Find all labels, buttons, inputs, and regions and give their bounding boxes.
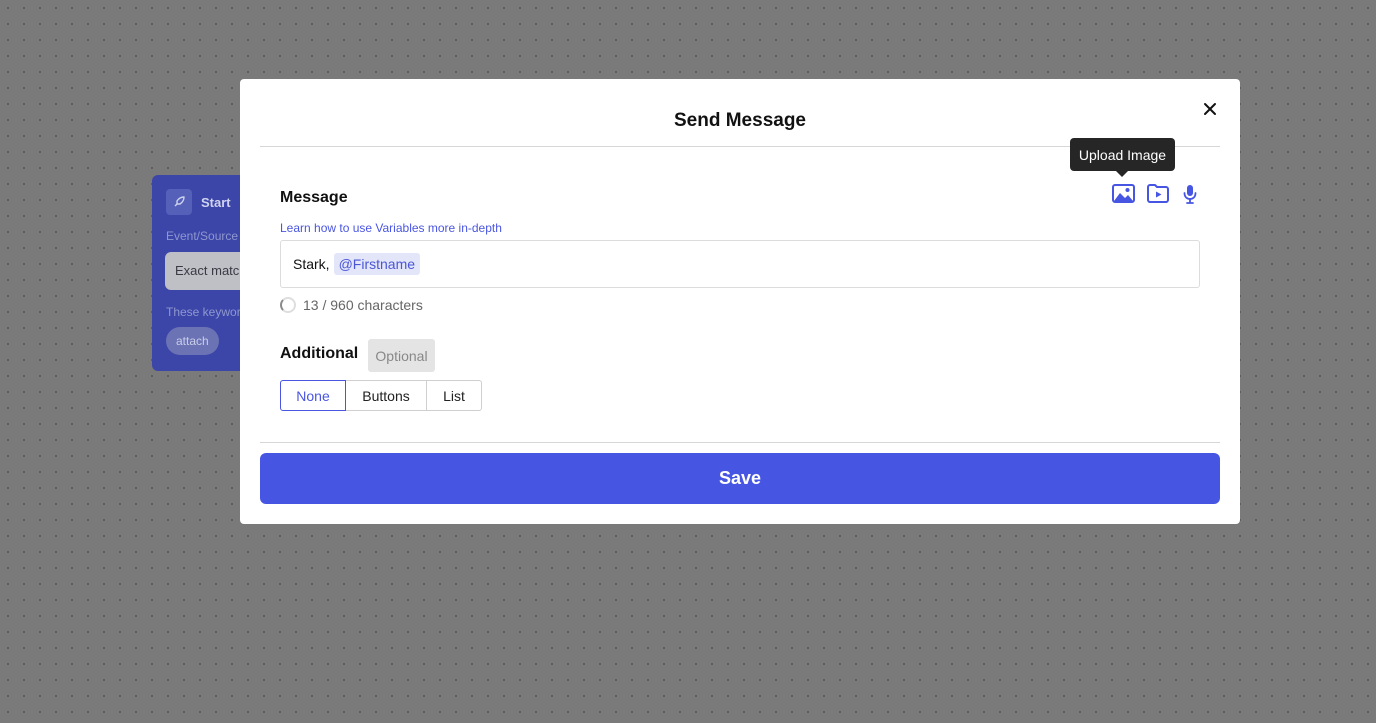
- additional-type-selector: None Buttons List: [280, 380, 482, 411]
- send-message-modal: Send Message Message Learn how to use Va…: [240, 79, 1240, 524]
- progress-ring-icon: [280, 297, 296, 313]
- option-none-button[interactable]: None: [280, 380, 346, 411]
- microphone-icon: [1183, 184, 1197, 209]
- upload-image-tooltip: Upload Image: [1070, 138, 1175, 177]
- optional-badge: Optional: [368, 339, 435, 372]
- footer-divider: [260, 442, 1220, 443]
- message-label: Message: [280, 189, 348, 206]
- upload-video-button[interactable]: [1147, 184, 1169, 208]
- node-title: Start: [201, 194, 231, 210]
- image-icon: [1111, 184, 1135, 208]
- character-counter: 13 / 960 characters: [280, 297, 423, 313]
- node-event-label: Event/Source: [166, 229, 239, 243]
- node-keyword-tag[interactable]: attach: [166, 327, 219, 355]
- character-count: 13 / 960 characters: [303, 297, 423, 313]
- modal-title: Send Message: [674, 110, 806, 131]
- additional-label: Additional: [280, 345, 359, 362]
- variables-help-link[interactable]: Learn how to use Variables more in-depth: [280, 221, 502, 235]
- option-buttons-button[interactable]: Buttons: [346, 380, 427, 411]
- save-button[interactable]: Save: [260, 453, 1220, 504]
- upload-audio-button[interactable]: [1182, 184, 1198, 209]
- close-icon[interactable]: [1200, 99, 1220, 119]
- message-text: Stark,: [293, 256, 330, 272]
- upload-image-button[interactable]: [1111, 184, 1135, 208]
- option-list-button[interactable]: List: [427, 380, 482, 411]
- video-folder-icon: [1147, 184, 1169, 208]
- node-header: Start: [166, 189, 231, 215]
- rocket-icon: [166, 189, 192, 215]
- variable-chip[interactable]: @Firstname: [333, 253, 421, 275]
- message-input[interactable]: Stark, @Firstname: [280, 240, 1200, 288]
